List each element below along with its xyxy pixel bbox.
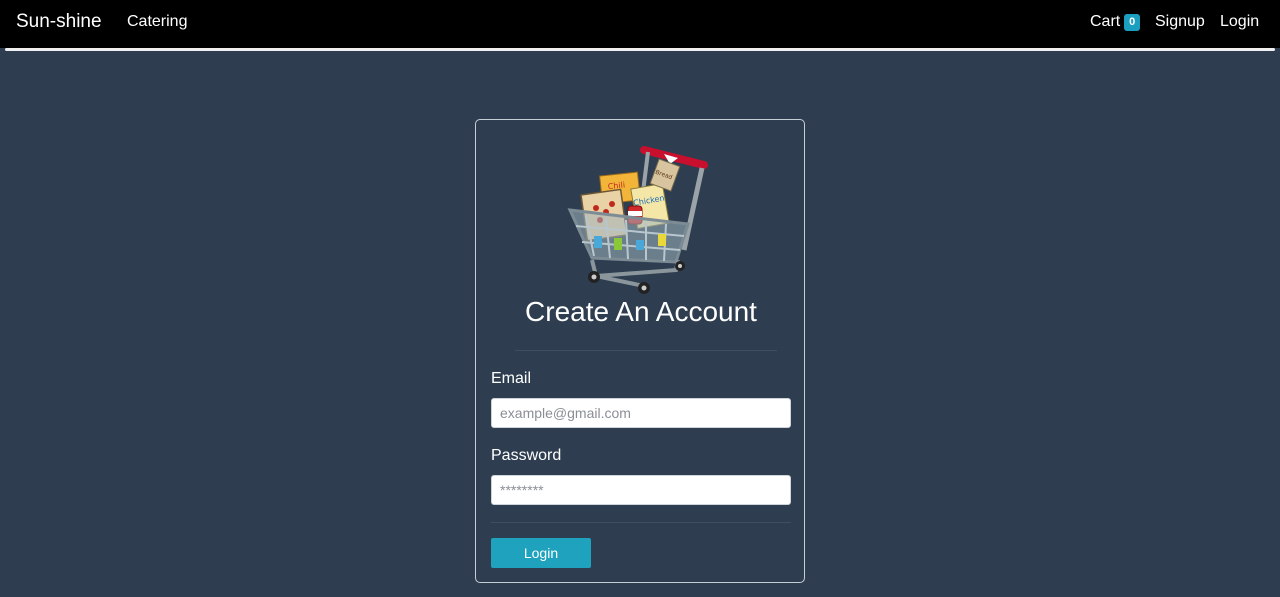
- nav-signup-link[interactable]: Signup: [1155, 13, 1205, 31]
- login-button[interactable]: Login: [491, 538, 591, 568]
- email-label: Email: [491, 370, 532, 387]
- email-field[interactable]: [491, 398, 791, 428]
- cart-label: Cart: [1090, 13, 1121, 30]
- navbar-underline: [5, 48, 1275, 51]
- cart-count-badge: 0: [1124, 14, 1141, 31]
- nav-login-link[interactable]: Login: [1220, 13, 1259, 31]
- title-divider: [515, 350, 777, 351]
- nav-catering-link[interactable]: Catering: [127, 13, 187, 31]
- navbar: Sun-shine Catering Cart 0 Signup Login: [0, 0, 1280, 48]
- form-divider: [491, 522, 791, 523]
- shopping-cart-icon: Chili Chicken Bread: [567, 146, 708, 294]
- page-title: Create An Account: [525, 296, 757, 327]
- brand-link[interactable]: Sun-shine: [16, 11, 102, 33]
- signup-card: Chili Chicken Bread Create An Account Em…: [475, 119, 805, 583]
- nav-cart-link[interactable]: Cart 0: [1090, 13, 1141, 31]
- password-field[interactable]: [491, 475, 791, 505]
- password-label: Password: [491, 447, 562, 464]
